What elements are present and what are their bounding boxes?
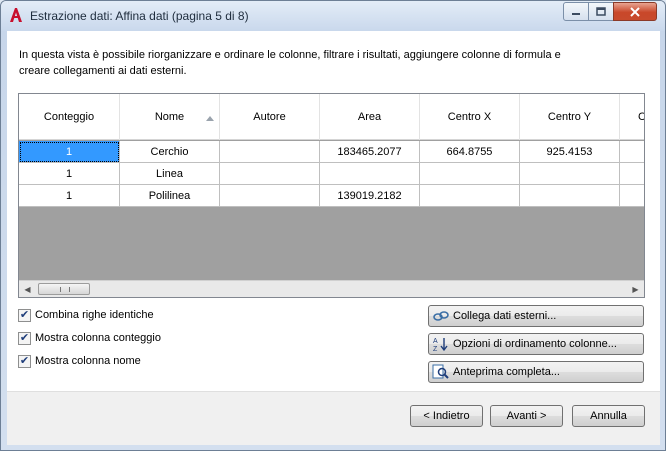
column-header-autore[interactable]: Autore — [220, 94, 320, 140]
minimize-icon — [572, 12, 580, 15]
show-name-option[interactable]: ✔ Mostra colonna nome — [18, 353, 141, 369]
table-cell[interactable] — [220, 163, 320, 185]
column-header-area[interactable]: Area — [320, 94, 420, 140]
page-description: In questa vista è possibile riorganizzar… — [19, 49, 561, 77]
dialog-window: Estrazione dati: Affina dati (pagina 5 d… — [0, 0, 666, 451]
table-cell[interactable] — [620, 185, 644, 207]
table-row[interactable]: 1 Cerchio 183465.2077 664.8755 925.4153 — [19, 141, 644, 163]
data-grid[interactable]: Conteggio Nome Autore Area Centro X Cent… — [18, 93, 645, 298]
scroll-left-icon[interactable]: ◀ — [19, 281, 36, 297]
column-header-label: Nome — [154, 111, 185, 123]
minimize-button[interactable] — [563, 2, 589, 21]
sort-columns-button[interactable]: A Z Opzioni di ordinamento colonne... — [428, 333, 644, 355]
svg-text:Z: Z — [433, 346, 438, 352]
column-header-nome[interactable]: Nome — [120, 94, 220, 140]
autocad-app-icon — [10, 8, 22, 22]
maximize-icon — [596, 7, 606, 16]
title-bar: Estrazione dati: Affina dati (pagina 5 d… — [1, 1, 665, 31]
maximize-button[interactable] — [588, 2, 614, 21]
show-name-label: Mostra colonna nome — [35, 355, 141, 367]
table-cell[interactable]: 1 — [19, 185, 120, 207]
table-cell[interactable] — [520, 185, 620, 207]
next-button[interactable]: Avanti > — [490, 405, 563, 427]
table-cell[interactable] — [620, 141, 644, 163]
table-cell[interactable]: 925.4153 — [520, 141, 620, 163]
table-cell[interactable]: 664.8755 — [420, 141, 520, 163]
table-cell[interactable] — [420, 185, 520, 207]
show-count-checkbox[interactable]: ✔ — [18, 331, 31, 345]
sort-az-icon: A Z — [433, 338, 448, 352]
close-icon — [630, 6, 640, 17]
table-row[interactable]: 1 Linea — [19, 163, 644, 185]
table-cell[interactable]: 183465.2077 — [320, 141, 420, 163]
cancel-button[interactable]: Annulla — [572, 405, 645, 427]
link-external-data-button[interactable]: Collega dati esterni... — [428, 305, 644, 327]
column-header-centro-x[interactable]: Centro X — [420, 94, 520, 140]
column-header-centro-y[interactable]: Centro Y — [520, 94, 620, 140]
table-cell[interactable] — [220, 141, 320, 163]
table-cell[interactable] — [220, 185, 320, 207]
table-cell[interactable]: Linea — [120, 163, 220, 185]
table-cell[interactable]: 1 — [19, 141, 120, 163]
sort-ascending-icon — [206, 116, 214, 121]
back-button[interactable]: < Indietro — [410, 405, 483, 427]
window-title: Estrazione dati: Affina dati (pagina 5 d… — [30, 9, 249, 23]
full-preview-label: Anteprima completa... — [453, 366, 560, 378]
preview-magnifier-icon — [432, 364, 449, 379]
table-cell[interactable]: 139019.2182 — [320, 185, 420, 207]
link-external-data-label: Collega dati esterni... — [453, 310, 557, 322]
show-name-checkbox[interactable]: ✔ — [18, 354, 31, 368]
table-cell[interactable]: Polilinea — [120, 185, 220, 207]
column-header-conteggio[interactable]: Conteggio — [19, 94, 120, 140]
show-count-option[interactable]: ✔ Mostra colonna conteggio — [18, 330, 161, 346]
table-cell[interactable] — [620, 163, 644, 185]
grid-header: Conteggio Nome Autore Area Centro X Cent… — [19, 94, 644, 140]
scrollbar-thumb[interactable] — [38, 283, 90, 295]
scroll-right-icon[interactable]: ▶ — [627, 281, 644, 297]
close-button[interactable] — [613, 2, 657, 21]
column-header-partial[interactable]: C — [620, 94, 644, 140]
table-row[interactable]: 1 Polilinea 139019.2182 — [19, 185, 644, 207]
table-cell[interactable] — [520, 163, 620, 185]
table-cell[interactable]: Cerchio — [120, 141, 220, 163]
horizontal-scrollbar[interactable]: ◀ ▶ — [19, 280, 644, 297]
show-count-label: Mostra colonna conteggio — [35, 332, 161, 344]
full-preview-button[interactable]: Anteprima completa... — [428, 361, 644, 383]
combine-rows-checkbox[interactable]: ✔ — [18, 308, 31, 322]
svg-text:A: A — [433, 338, 438, 345]
dialog-body: In questa vista è possibile riorganizzar… — [7, 31, 660, 445]
table-cell[interactable] — [320, 163, 420, 185]
table-cell[interactable]: 1 — [19, 163, 120, 185]
link-icon — [433, 311, 449, 321]
combine-rows-option[interactable]: ✔ Combina righe identiche — [18, 307, 154, 323]
table-cell[interactable] — [420, 163, 520, 185]
combine-rows-label: Combina righe identiche — [35, 309, 154, 321]
sort-columns-label: Opzioni di ordinamento colonne... — [453, 338, 617, 350]
